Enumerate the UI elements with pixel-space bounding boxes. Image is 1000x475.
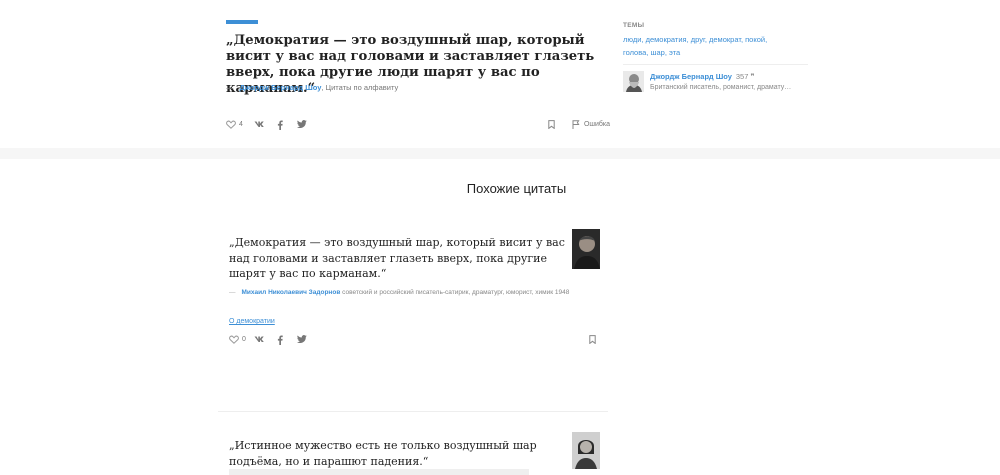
twitter-share-button[interactable]: [297, 335, 307, 345]
author-description: советский и российский писатель-сатирик,…: [340, 289, 570, 296]
bookmark-button[interactable]: [548, 120, 555, 130]
author-link[interactable]: Джордж Бернард Шоу: [240, 83, 322, 92]
like-count: 4: [238, 121, 243, 129]
sidebar-divider: [623, 64, 808, 65]
quote-byline: — Джордж Бернард Шоу, Цитаты по алфавиту: [226, 83, 398, 92]
author-link[interactable]: Михаил Николаевич Задорнов: [242, 289, 341, 296]
quote-count: 357 ❞: [735, 72, 755, 81]
error-label: Ошибка: [583, 121, 611, 129]
vk-icon: [254, 335, 265, 343]
flag-icon: [572, 120, 580, 129]
truncated-byline: [229, 469, 529, 475]
like-button[interactable]: 4: [226, 120, 243, 130]
author-avatar[interactable]: [572, 432, 600, 469]
topic-link[interactable]: шар: [650, 48, 664, 57]
topic-link[interactable]: О демократии: [229, 318, 275, 325]
twitter-icon: [297, 120, 307, 128]
topic-link[interactable]: покой: [745, 35, 765, 44]
topic-link[interactable]: голова: [623, 48, 646, 57]
topics-list: люди, демократия, друг, демократ, покой,…: [623, 35, 768, 57]
similar-quote-text: „Истинное мужество есть не только воздуш…: [229, 439, 537, 468]
like-button[interactable]: 0: [229, 335, 246, 345]
similar-quote-text: „Демократия — это воздушный шар, который…: [229, 236, 565, 280]
source-text: , Цитаты по алфавиту: [321, 83, 399, 92]
facebook-icon: [277, 120, 283, 130]
section-divider: [0, 148, 1000, 159]
vk-share-button[interactable]: [254, 120, 265, 130]
topic-link[interactable]: демократия: [646, 35, 687, 44]
author-avatar[interactable]: [572, 229, 600, 269]
accent-bar: [226, 20, 258, 24]
topics-heading: ТЕМЫ: [623, 22, 645, 29]
author-avatar[interactable]: [623, 71, 644, 92]
topic-link[interactable]: эта: [669, 48, 680, 57]
twitter-share-button[interactable]: [297, 120, 307, 130]
author-description: Британский писатель, романист, драмату…: [650, 84, 792, 91]
bookmark-icon: [548, 120, 555, 129]
quote-separator: [218, 411, 608, 412]
topic-link[interactable]: демократ: [709, 35, 741, 44]
heart-icon: [226, 120, 236, 129]
vk-icon: [254, 120, 265, 128]
similar-quote-byline: — Михаил Николаевич Задорнов советский и …: [229, 287, 574, 299]
byline-dash: —: [229, 289, 236, 296]
facebook-icon: [277, 335, 283, 345]
heart-icon: [229, 335, 239, 344]
facebook-share-button[interactable]: [277, 120, 283, 130]
report-error-button[interactable]: Ошибка: [572, 120, 610, 130]
like-count: 0: [241, 336, 246, 344]
topic-link[interactable]: люди: [623, 35, 641, 44]
topic-link[interactable]: друг: [691, 35, 705, 44]
bookmark-icon: [589, 335, 596, 344]
twitter-icon: [297, 335, 307, 343]
similar-quotes-title: Похожие цитаты: [466, 181, 567, 196]
sidebar-author-link[interactable]: Джордж Бернард Шоу 357 ❞: [650, 72, 755, 81]
sidebar-author-name: Джордж Бернард Шоу: [650, 72, 732, 81]
vk-share-button[interactable]: [254, 335, 265, 345]
bookmark-button[interactable]: [589, 335, 596, 345]
byline-dash: —: [226, 83, 234, 92]
facebook-share-button[interactable]: [277, 335, 283, 345]
